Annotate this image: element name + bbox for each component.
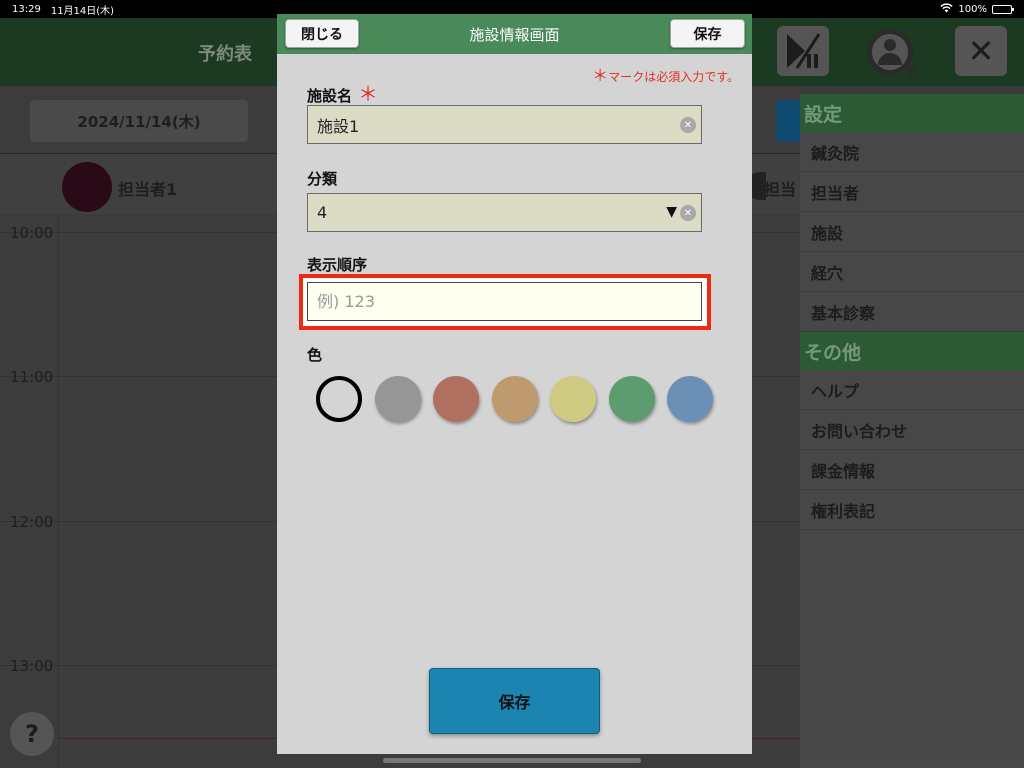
settings-item-acupoint[interactable]: 経穴 — [800, 252, 1024, 292]
required-note: ＊マークは必須入力です。 — [592, 62, 739, 86]
color-swatch-yellow[interactable] — [550, 376, 596, 422]
time-label: 12:00 — [10, 513, 54, 531]
settings-item-exam[interactable]: 基本診察 — [800, 292, 1024, 332]
status-date: 11月14日(木) — [50, 5, 115, 17]
close-button[interactable]: 閉じる — [285, 19, 359, 48]
required-note-text: マークは必須入力です。 — [608, 70, 739, 84]
settings-item-clinic[interactable]: 鍼灸院 — [800, 132, 1024, 172]
section-settings: 設定 — [800, 94, 1024, 132]
settings-item-help[interactable]: ヘルプ — [800, 370, 1024, 410]
color-swatch-none[interactable] — [316, 376, 362, 422]
settings-item-billing[interactable]: 課金情報 — [800, 450, 1024, 490]
wifi-icon — [940, 2, 954, 16]
save-button[interactable]: 保存 — [670, 19, 745, 48]
required-mark: ＊ — [592, 66, 609, 85]
help-button[interactable]: ? — [10, 712, 54, 756]
clear-icon[interactable]: ✕ — [680, 205, 696, 221]
color-swatch-blue[interactable] — [667, 376, 713, 422]
close-app-button[interactable]: ✕ — [955, 26, 1007, 76]
staff-search-icon[interactable] — [862, 26, 918, 78]
category-select[interactable]: 4 ▼ ✕ — [307, 193, 702, 232]
settings-item-license[interactable]: 権利表記 — [800, 490, 1024, 530]
display-order-field[interactable] — [307, 282, 702, 321]
color-swatch-green[interactable] — [609, 376, 655, 422]
date-button[interactable]: 2024/11/14(木) — [30, 100, 248, 142]
settings-item-staff[interactable]: 担当者 — [800, 172, 1024, 212]
settings-item-contact[interactable]: お問い合わせ — [800, 410, 1024, 450]
time-label: 10:00 — [10, 224, 54, 242]
avatar[interactable] — [62, 162, 112, 212]
category-value: 4 — [317, 203, 328, 222]
battery-percent: 100% — [958, 3, 987, 15]
facility-name-value: 施設1 — [317, 116, 360, 136]
facility-name-label-text: 施設名 — [307, 87, 353, 105]
close-icon: ✕ — [967, 32, 995, 70]
clear-icon[interactable]: ✕ — [680, 117, 696, 133]
staff-name[interactable]: 担当者1 — [118, 176, 177, 200]
category-label: 分類 — [307, 170, 338, 188]
battery-icon — [992, 4, 1014, 14]
color-swatch-red[interactable] — [433, 376, 479, 422]
chevron-down-icon: ▼ — [666, 204, 677, 220]
time-label: 13:00 — [10, 657, 54, 675]
facility-info-modal: 施設情報画面 閉じる 保存 ＊マークは必須入力です。 施設名＊ 施設1 ✕ 分類… — [277, 14, 752, 754]
display-order-label: 表示順序 — [307, 256, 368, 274]
settings-panel: 設定 鍼灸院 担当者 施設 経穴 基本診察 その他 ヘルプ お問い合わせ 課金情… — [800, 94, 1024, 768]
staff-name[interactable]: 担当 — [764, 176, 796, 200]
time-label: 11:00 — [10, 368, 54, 386]
modal-header: 施設情報画面 閉じる 保存 — [277, 14, 752, 54]
color-swatch-orange[interactable] — [492, 376, 538, 422]
display-order-input[interactable] — [317, 292, 701, 311]
play-pause-icon[interactable] — [777, 26, 829, 76]
color-label: 色 — [307, 346, 323, 364]
facility-name-label: 施設名 ＊ — [307, 78, 378, 107]
color-swatch-gray[interactable] — [375, 376, 421, 422]
status-time: 13:29 — [12, 3, 41, 15]
required-mark: ＊ — [358, 82, 379, 106]
section-other: その他 — [800, 332, 1024, 370]
bottom-save-button[interactable]: 保存 — [429, 668, 600, 734]
facility-name-field[interactable]: 施設1 ✕ — [307, 105, 702, 144]
settings-item-facility[interactable]: 施設 — [800, 212, 1024, 252]
home-indicator — [383, 758, 641, 763]
